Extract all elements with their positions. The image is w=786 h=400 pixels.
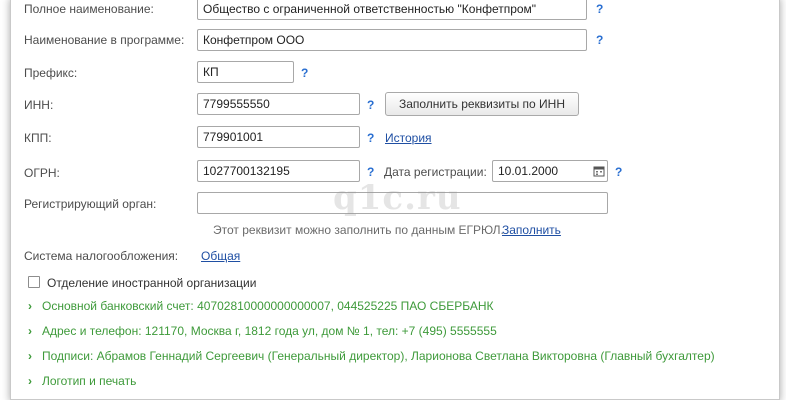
kpp-input[interactable]: 779901001: [197, 126, 360, 148]
tax-system-link[interactable]: Общая: [201, 249, 240, 263]
full-name-help-icon[interactable]: ?: [596, 2, 603, 16]
group-address-phone[interactable]: › Адрес и телефон: 121170, Москва г, 1812…: [28, 324, 497, 338]
reg-date-label: Дата регистрации:: [384, 165, 487, 179]
prefix-help-icon[interactable]: ?: [301, 66, 308, 80]
chevron-right-icon: ›: [28, 374, 32, 388]
chevron-right-icon: ›: [28, 299, 32, 313]
ogrn-help-icon[interactable]: ?: [367, 165, 374, 179]
chevron-right-icon: ›: [28, 324, 32, 338]
prog-name-help-icon[interactable]: ?: [596, 33, 603, 47]
group-bank-account-label: Основной банковский счет: 40702810000000…: [42, 299, 494, 313]
full-name-label: Полное наименование:: [24, 2, 154, 16]
group-bank-account[interactable]: › Основной банковский счет: 4070281000000…: [28, 299, 494, 313]
calendar-icon[interactable]: [589, 161, 609, 181]
foreign-branch-label: Отделение иностранной организации: [47, 276, 257, 290]
foreign-branch-checkbox[interactable]: [28, 276, 40, 288]
inn-label: ИНН:: [24, 98, 54, 112]
reg-org-input[interactable]: [197, 192, 608, 214]
reg-date-help-icon[interactable]: ?: [615, 165, 622, 179]
chevron-right-icon: ›: [28, 349, 32, 363]
ogrn-input[interactable]: 1027700132195: [197, 160, 360, 182]
prefix-input[interactable]: КП: [197, 61, 294, 83]
group-address-phone-label: Адрес и телефон: 121170, Москва г, 1812 …: [42, 324, 497, 338]
ogrn-label: ОГРН:: [24, 166, 60, 180]
fill-by-inn-button[interactable]: Заполнить реквизиты по ИНН: [385, 92, 579, 116]
kpp-help-icon[interactable]: ?: [367, 131, 374, 145]
group-signatures[interactable]: › Подписи: Абрамов Геннадий Сергеевич (Ге…: [28, 349, 715, 363]
tax-system-label: Система налогообложения:: [24, 249, 179, 263]
inn-help-icon[interactable]: ?: [367, 98, 374, 112]
egrul-fill-link[interactable]: Заполнить: [502, 223, 561, 237]
egrul-hint-text: Этот реквизит можно заполнить по данным …: [213, 223, 504, 237]
prefix-label: Префикс:: [24, 66, 78, 80]
group-logo-stamp-label: Логотип и печать: [42, 374, 137, 388]
prog-name-label: Наименование в программе:: [24, 33, 185, 47]
kpp-label: КПП:: [24, 131, 52, 145]
inn-input[interactable]: 7799555550: [197, 93, 360, 115]
group-logo-stamp[interactable]: › Логотип и печать: [28, 374, 136, 388]
prog-name-input[interactable]: Конфетпром ООО: [197, 29, 587, 51]
full-name-input[interactable]: Общество с ограниченной ответственностью…: [197, 0, 587, 20]
group-signatures-label: Подписи: Абрамов Геннадий Сергеевич (Ген…: [42, 349, 715, 363]
kpp-history-link[interactable]: История: [385, 131, 432, 145]
reg-org-label: Регистрирующий орган:: [24, 197, 157, 211]
